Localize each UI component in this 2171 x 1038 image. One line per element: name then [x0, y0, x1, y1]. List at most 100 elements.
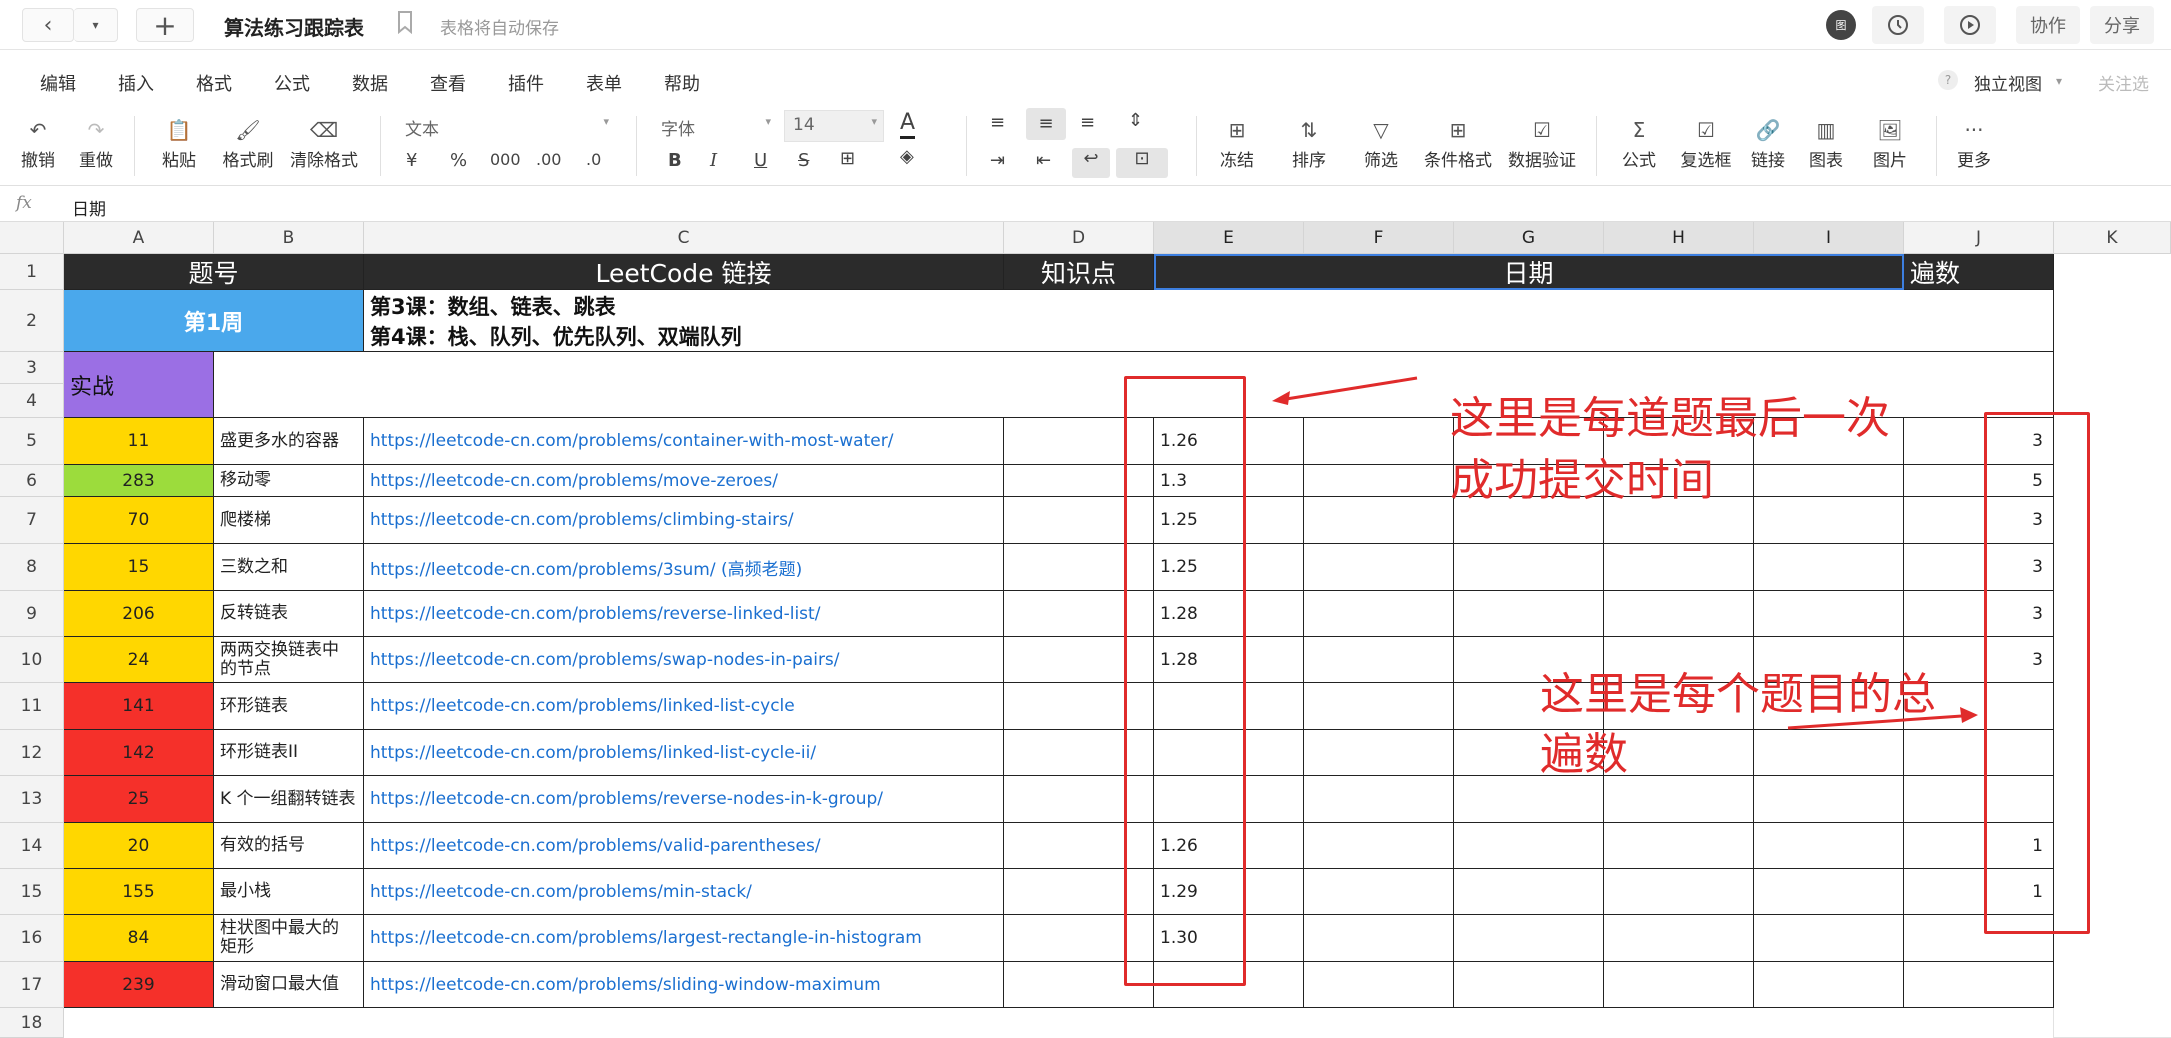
share-button[interactable]: 分享	[2090, 6, 2154, 44]
document-title[interactable]: 算法练习跟踪表	[224, 12, 364, 41]
undo-button[interactable]: ↶ 撤销	[16, 116, 60, 171]
increase-decimal-button[interactable]: .00	[536, 150, 561, 169]
row-header[interactable]: 7	[0, 497, 64, 544]
follow-button[interactable]: 关注选	[2098, 70, 2149, 95]
date-cell-empty[interactable]	[1304, 418, 1454, 465]
image-button[interactable]: 🖼 图片	[1862, 116, 1918, 171]
avatar[interactable]: 图	[1826, 10, 1856, 40]
more-button[interactable]: ··· 更多	[1952, 116, 1996, 171]
date-cell-empty[interactable]	[1304, 465, 1454, 497]
date-cell-empty[interactable]	[1754, 869, 1904, 915]
freeze-button[interactable]: ⊞ 冻结	[1212, 116, 1262, 171]
select-all-corner[interactable]	[0, 222, 64, 254]
date-cell-empty[interactable]	[1304, 591, 1454, 637]
row-header[interactable]: 10	[0, 637, 64, 683]
problem-id-cell[interactable]: 142	[64, 730, 214, 776]
menu-form[interactable]: 表单	[586, 70, 622, 96]
row-header[interactable]: 18	[0, 1008, 64, 1038]
data-validation-button[interactable]: ☑ 数据验证	[1504, 116, 1580, 171]
row-header[interactable]: 6	[0, 465, 64, 497]
column-header-i[interactable]: I	[1754, 222, 1904, 254]
problem-name-cell[interactable]: 滑动窗口最大值	[214, 962, 364, 1008]
week-label[interactable]: 第1周	[64, 290, 364, 352]
problem-id-cell[interactable]: 84	[64, 915, 214, 962]
problem-id-cell[interactable]: 15	[64, 544, 214, 591]
problem-name-cell[interactable]: 柱状图中最大的 矩形	[214, 915, 364, 962]
problem-link-cell[interactable]: https://leetcode-cn.com/problems/reverse…	[364, 776, 1004, 823]
date-cell-empty[interactable]	[1304, 915, 1454, 962]
back-button[interactable]: ‹	[22, 8, 74, 42]
column-header-a[interactable]: A	[64, 222, 214, 254]
row-header[interactable]: 12	[0, 730, 64, 776]
collaborate-button[interactable]: 协作	[2016, 6, 2080, 44]
date-cell-empty[interactable]	[1304, 776, 1454, 823]
menu-help[interactable]: 帮助	[664, 70, 700, 96]
history-button[interactable]	[1872, 6, 1924, 44]
problem-link-cell[interactable]: https://leetcode-cn.com/problems/3sum/ (…	[364, 544, 1004, 591]
problem-id-cell[interactable]: 25	[64, 776, 214, 823]
date-cell-empty[interactable]	[1454, 869, 1604, 915]
row-header[interactable]: 4	[0, 384, 64, 418]
menu-view[interactable]: 查看	[430, 70, 466, 96]
problem-name-cell[interactable]: 环形链表	[214, 683, 364, 730]
number-format-select[interactable]: 文本 ▾	[404, 114, 614, 142]
date-cell-empty[interactable]	[1754, 776, 1904, 823]
column-header-c[interactable]: C	[364, 222, 1004, 254]
font-family-select[interactable]: 字体 ▾	[660, 114, 776, 142]
date-cell-empty[interactable]	[1454, 962, 1604, 1008]
date-cell-empty[interactable]	[1604, 823, 1754, 869]
problem-id-cell[interactable]: 70	[64, 497, 214, 544]
problem-id-cell[interactable]: 239	[64, 962, 214, 1008]
problem-id-cell[interactable]: 155	[64, 869, 214, 915]
problem-name-cell[interactable]: 环形链表II	[214, 730, 364, 776]
row-header[interactable]: 15	[0, 869, 64, 915]
italic-button[interactable]: I	[710, 150, 717, 171]
formula-input[interactable]: 日期	[72, 195, 106, 220]
header-id[interactable]: 题号	[64, 254, 364, 290]
row-header[interactable]: 8	[0, 544, 64, 591]
problem-id-cell[interactable]: 20	[64, 823, 214, 869]
row-header[interactable]: 11	[0, 683, 64, 730]
outdent-icon[interactable]: ⇤	[1036, 150, 1051, 171]
column-header-g[interactable]: G	[1454, 222, 1604, 254]
underline-button[interactable]: U	[754, 150, 767, 171]
conditional-format-button[interactable]: ⊞ 条件格式	[1420, 116, 1496, 171]
format-brush-button[interactable]: 🖌 格式刷	[218, 116, 278, 171]
problem-id-cell[interactable]: 24	[64, 637, 214, 683]
problem-id-cell[interactable]: 283	[64, 465, 214, 497]
menu-edit[interactable]: 编辑	[40, 70, 76, 96]
date-cell-empty[interactable]	[1754, 465, 1904, 497]
problem-link-cell[interactable]: https://leetcode-cn.com/problems/linked-…	[364, 683, 1004, 730]
date-cell-empty[interactable]	[1304, 497, 1454, 544]
view-mode-selector[interactable]: 独立视图	[1974, 70, 2042, 95]
date-cell-empty[interactable]	[1754, 591, 1904, 637]
present-button[interactable]	[1944, 6, 1996, 44]
link-button[interactable]: 🔗 链接	[1746, 116, 1790, 171]
redo-button[interactable]: ↷ 重做	[74, 116, 118, 171]
row-header[interactable]: 9	[0, 591, 64, 637]
menu-formula[interactable]: 公式	[274, 70, 310, 96]
indent-icon[interactable]: ⇥	[990, 150, 1005, 171]
date-cell-empty[interactable]	[1604, 869, 1754, 915]
problem-id-cell[interactable]: 11	[64, 418, 214, 465]
sort-button[interactable]: ⇅ 排序	[1284, 116, 1334, 171]
problem-link-cell[interactable]: https://leetcode-cn.com/problems/contain…	[364, 418, 1004, 465]
percent-button[interactable]: %	[450, 150, 467, 171]
paste-button[interactable]: 📋 粘贴	[154, 116, 204, 171]
practice-label[interactable]: 实战	[64, 352, 214, 418]
date-cell-empty[interactable]	[1604, 591, 1754, 637]
column-header-e[interactable]: E	[1154, 222, 1304, 254]
date-cell-empty[interactable]	[1604, 915, 1754, 962]
date-cell-empty[interactable]	[1304, 730, 1454, 776]
column-header-k[interactable]: K	[2054, 222, 2171, 254]
row-header[interactable]: 3	[0, 352, 64, 384]
problem-link-cell[interactable]: https://leetcode-cn.com/problems/sliding…	[364, 962, 1004, 1008]
problem-name-cell[interactable]: 最小栈	[214, 869, 364, 915]
date-cell-empty[interactable]	[1754, 962, 1904, 1008]
problem-name-cell[interactable]: 三数之和	[214, 544, 364, 591]
wrap-text-icon[interactable]: ↩	[1072, 148, 1110, 178]
date-cell-empty[interactable]	[1454, 544, 1604, 591]
chart-button[interactable]: ▥ 图表	[1804, 116, 1848, 171]
menu-plugins[interactable]: 插件	[508, 70, 544, 96]
help-icon[interactable]: ?	[1938, 70, 1958, 90]
